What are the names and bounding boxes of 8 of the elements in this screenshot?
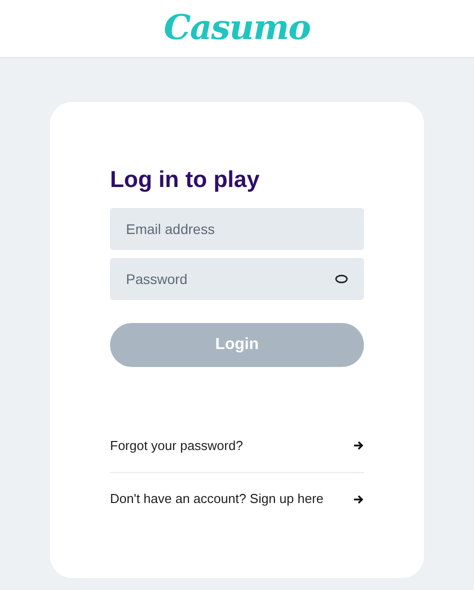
arrow-right-icon xyxy=(354,494,364,504)
email-field[interactable]: Email address xyxy=(110,208,364,250)
password-field[interactable]: Password xyxy=(110,258,364,300)
link-row[interactable]: Don't have an account? Sign up here xyxy=(110,472,364,525)
link-row[interactable]: Forgot your password? xyxy=(110,419,364,472)
form-title: Log in to play xyxy=(110,165,260,194)
arrow-right-icon xyxy=(354,441,364,450)
eye-icon[interactable] xyxy=(335,274,348,284)
